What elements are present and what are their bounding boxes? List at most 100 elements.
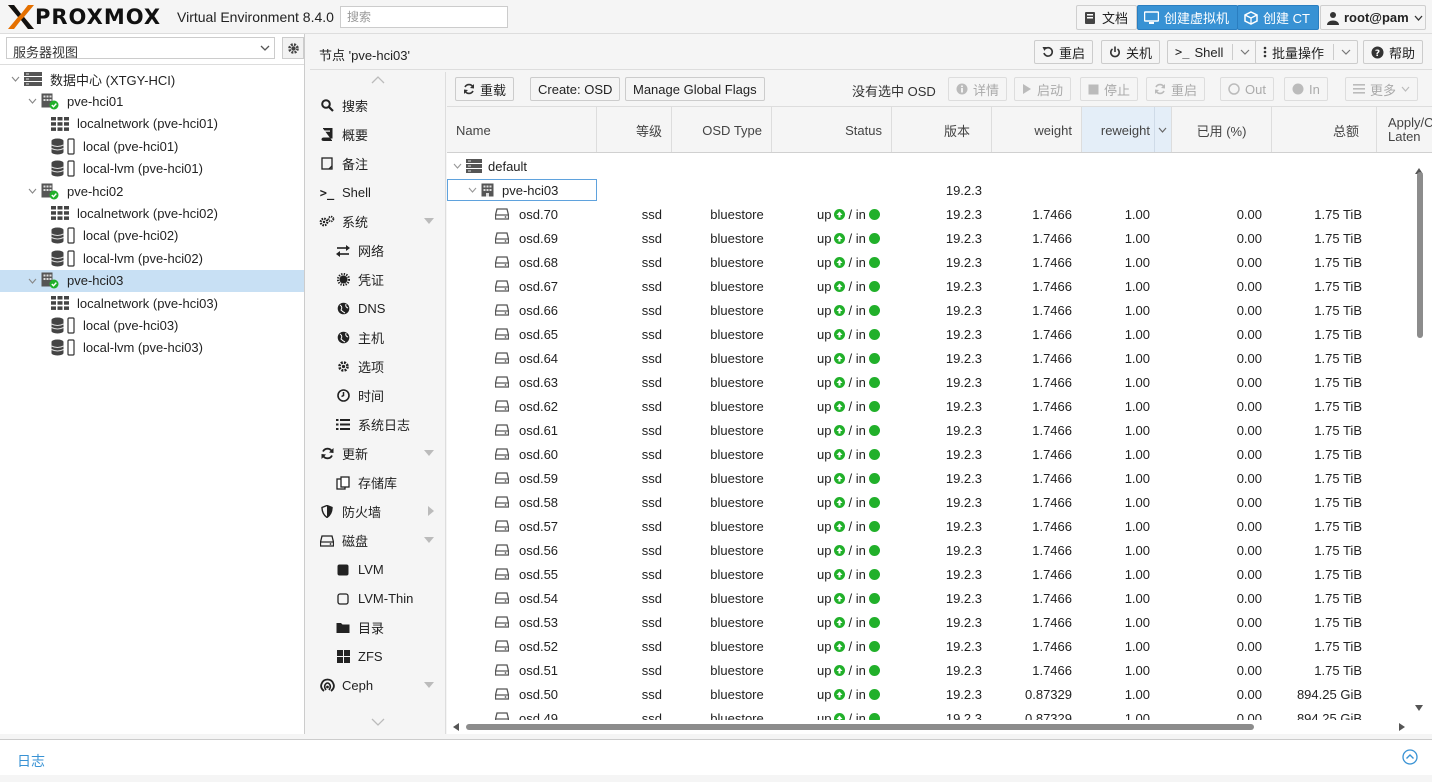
- col-total[interactable]: 总额: [1272, 107, 1377, 152]
- restart-button[interactable]: 重启: [1146, 77, 1206, 101]
- osd-row[interactable]: osd.68 ssd bluestore up / in 19.2.3 1.7466 1.00…: [447, 250, 1412, 274]
- view-select[interactable]: 服务器视图: [6, 37, 275, 60]
- chevron-down-icon[interactable]: [453, 163, 462, 169]
- tree-item-local-lvm-pve-hci03[interactable]: local-lvm (pve-hci03): [0, 337, 304, 359]
- tree-item-local-pve-hci01[interactable]: local (pve-hci01): [0, 135, 304, 157]
- scroll-left-arrow-icon[interactable]: [453, 723, 459, 731]
- menu-item-exchange-5[interactable]: 网络: [310, 236, 445, 265]
- chevron-down-icon[interactable]: [27, 278, 37, 284]
- tree-item-pve-hci03[interactable]: pve-hci03: [0, 269, 304, 292]
- create-vm-button[interactable]: 创建虚拟机: [1137, 5, 1239, 30]
- menu-item-gears-4[interactable]: 系统: [310, 207, 445, 236]
- tree-item-local-lvm-pve-hci02[interactable]: local-lvm (pve-hci02): [0, 247, 304, 269]
- log-panel-title[interactable]: 日志: [17, 751, 45, 771]
- manage-global-flags-button[interactable]: Manage Global Flags: [625, 77, 765, 101]
- tree-item-local-pve-hci02[interactable]: local (pve-hci02): [0, 225, 304, 247]
- tree-item-local-lvm-pve-hci01[interactable]: local-lvm (pve-hci01): [0, 158, 304, 180]
- chevron-down-icon[interactable]: [27, 98, 37, 105]
- osd-row[interactable]: osd.57 ssd bluestore up / in 19.2.3 1.7466 1.00…: [447, 514, 1412, 538]
- vertical-scrollbar-thumb[interactable]: [1417, 172, 1423, 338]
- reload-button[interactable]: 重载: [455, 77, 515, 101]
- help-button[interactable]: ? 帮助: [1363, 40, 1424, 64]
- menu-item-gear-9[interactable]: 选项: [310, 352, 445, 381]
- osd-row[interactable]: osd.60 ssd bluestore up / in 19.2.3 1.7466 1.00…: [447, 442, 1412, 466]
- bulk-actions-button[interactable]: 批量操作: [1255, 40, 1359, 64]
- menu-item-globe-7[interactable]: DNS: [310, 294, 445, 323]
- osd-row[interactable]: osd.59 ssd bluestore up / in 19.2.3 1.7466 1.00…: [447, 466, 1412, 490]
- tree-item-local-pve-hci03[interactable]: local (pve-hci03): [0, 314, 304, 336]
- col-status[interactable]: Status: [772, 107, 892, 152]
- create-osd-button[interactable]: Create: OSD: [530, 77, 621, 101]
- menu-item-globe-8[interactable]: 主机: [310, 323, 445, 352]
- osd-row[interactable]: osd.50 ssd bluestore up / in 19.2.3 0.87329 1.0…: [447, 682, 1412, 706]
- osd-row[interactable]: osd.52 ssd bluestore up / in 19.2.3 1.7466 1.00…: [447, 634, 1412, 658]
- docs-button[interactable]: 文档: [1076, 5, 1138, 30]
- osd-row[interactable]: osd.55 ssd bluestore up / in 19.2.3 1.7466 1.00…: [447, 562, 1412, 586]
- tree-item-localnetwork-pve-hci02[interactable]: localnetwork (pve-hci02): [0, 202, 304, 224]
- col-apply-latency[interactable]: Apply/C Laten: [1377, 107, 1432, 152]
- menu-item-folder-18[interactable]: 目录: [310, 613, 445, 642]
- proxmox-logo[interactable]: PROXMOX: [8, 5, 161, 29]
- col-osd-type[interactable]: OSD Type: [672, 107, 772, 152]
- menu-item-clock-10[interactable]: 时间: [310, 381, 445, 410]
- chevron-down-icon[interactable]: [10, 76, 20, 82]
- out-button[interactable]: Out: [1220, 77, 1274, 101]
- scroll-right-arrow-icon[interactable]: [1399, 723, 1405, 731]
- tree-row-host[interactable]: pve-hci03 19.2.3: [447, 178, 1412, 202]
- col-version[interactable]: 版本: [892, 107, 992, 152]
- col-menu-trigger[interactable]: [1154, 107, 1169, 152]
- osd-row[interactable]: osd.49 ssd bluestore up / in 19.2.3 0.87329 1.0…: [447, 706, 1412, 720]
- osd-row[interactable]: osd.58 ssd bluestore up / in 19.2.3 1.7466 1.00…: [447, 490, 1412, 514]
- menu-item-list-11[interactable]: 系统日志: [310, 410, 445, 439]
- osd-row[interactable]: osd.54 ssd bluestore up / in 19.2.3 1.7466 1.00…: [447, 586, 1412, 610]
- menu-item-refresh-12[interactable]: 更新: [310, 439, 445, 468]
- menu-item-search-0[interactable]: 搜索: [310, 91, 445, 120]
- osd-row[interactable]: osd.67 ssd bluestore up / in 19.2.3 1.7466 1.00…: [447, 274, 1412, 298]
- tree-item-localnetwork-pve-hci03[interactable]: localnetwork (pve-hci03): [0, 292, 304, 314]
- osd-row[interactable]: osd.64 ssd bluestore up / in 19.2.3 1.7466 1.00…: [447, 346, 1412, 370]
- osd-row[interactable]: osd.70 ssd bluestore up / in 19.2.3 1.7466 1.00…: [447, 202, 1412, 226]
- menu-item-square-outline-17[interactable]: LVM-Thin: [310, 584, 445, 613]
- menu-item-hdd-15[interactable]: 磁盘: [310, 526, 445, 555]
- menu-item-files-13[interactable]: 存储库: [310, 468, 445, 497]
- col-weight[interactable]: weight: [992, 107, 1082, 152]
- expand-up-icon[interactable]: [1402, 749, 1418, 765]
- scroll-down-arrow-icon[interactable]: [1415, 705, 1423, 711]
- in-button[interactable]: In: [1284, 77, 1328, 101]
- osd-row[interactable]: osd.56 ssd bluestore up / in 19.2.3 1.7466 1.00…: [447, 538, 1412, 562]
- create-ct-button[interactable]: 创建 CT: [1237, 5, 1319, 30]
- menu-item-ceph-20[interactable]: Ceph: [310, 671, 445, 700]
- menu-item-grid-19[interactable]: ZFS: [310, 642, 445, 671]
- chevron-down-icon[interactable]: [468, 187, 477, 193]
- scroll-up-icon[interactable]: [371, 76, 385, 84]
- stop-button[interactable]: 停止: [1080, 77, 1139, 101]
- menu-item-certificate-6[interactable]: 凭证: [310, 265, 445, 294]
- user-menu-button[interactable]: root@pam: [1320, 5, 1426, 30]
- osd-row[interactable]: osd.69 ssd bluestore up / in 19.2.3 1.7466 1.00…: [447, 226, 1412, 250]
- col-name[interactable]: Name: [447, 107, 597, 152]
- scroll-down-icon[interactable]: [371, 718, 385, 726]
- reboot-button[interactable]: 重启: [1034, 40, 1094, 64]
- osd-row[interactable]: osd.65 ssd bluestore up / in 19.2.3 1.7466 1.00…: [447, 322, 1412, 346]
- tree-item-pve-hci02[interactable]: pve-hci02: [0, 180, 304, 202]
- shell-button[interactable]: >_ Shell: [1167, 40, 1258, 64]
- more-button[interactable]: 更多: [1345, 77, 1418, 101]
- tree-row-root[interactable]: default: [447, 154, 1412, 178]
- chevron-down-icon[interactable]: [27, 188, 37, 194]
- osd-row[interactable]: osd.51 ssd bluestore up / in 19.2.3 1.7466 1.00…: [447, 658, 1412, 682]
- details-button[interactable]: 详情: [948, 77, 1008, 101]
- menu-item-square-16[interactable]: LVM: [310, 555, 445, 584]
- global-search-input[interactable]: [340, 6, 508, 28]
- start-button[interactable]: 启动: [1014, 77, 1072, 101]
- menu-item-book-1[interactable]: 概要: [310, 120, 445, 149]
- osd-row[interactable]: osd.63 ssd bluestore up / in 19.2.3 1.7466 1.00…: [447, 370, 1412, 394]
- osd-row[interactable]: osd.62 ssd bluestore up / in 19.2.3 1.7466 1.00…: [447, 394, 1412, 418]
- col-reweight[interactable]: reweight: [1082, 107, 1172, 152]
- view-settings-button[interactable]: [282, 37, 304, 59]
- menu-item-notes-2[interactable]: 备注: [310, 149, 445, 178]
- menu-item-shield-14[interactable]: 防火墙: [310, 497, 445, 526]
- tree-item-xtgy-hci[interactable]: 数据中心 (XTGY-HCI): [0, 68, 304, 90]
- col-class[interactable]: 等级: [597, 107, 672, 152]
- shutdown-button[interactable]: 关机: [1101, 40, 1161, 64]
- osd-row[interactable]: osd.61 ssd bluestore up / in 19.2.3 1.7466 1.00…: [447, 418, 1412, 442]
